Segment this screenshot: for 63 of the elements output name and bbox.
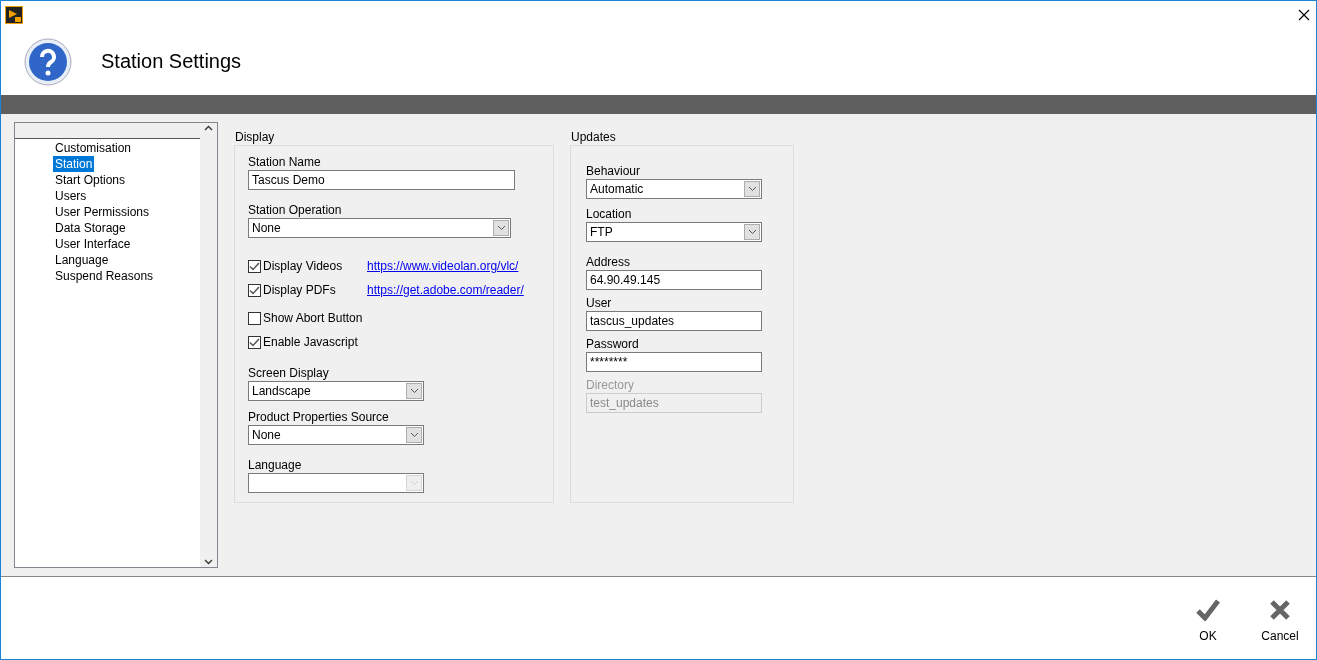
dropdown-field[interactable]: Landscape: [248, 381, 424, 401]
help-icon: [23, 36, 73, 87]
text-field[interactable]: 64.90.49.145: [586, 270, 762, 290]
field-label: Screen Display: [248, 366, 330, 381]
field-label: Product Properties Source: [248, 410, 390, 425]
checkbox[interactable]: [248, 259, 261, 273]
scroll-down-icon[interactable]: [204, 559, 213, 565]
dropdown-button[interactable]: [493, 220, 509, 236]
chevron-down-icon: [409, 388, 419, 394]
checkbox-label: Display PDFs: [263, 283, 337, 297]
checkbox[interactable]: [248, 283, 261, 297]
tree-item[interactable]: Data Storage: [53, 220, 128, 236]
cancel-button[interactable]: Cancel: [1256, 599, 1304, 643]
scroll-up-icon[interactable]: [204, 125, 213, 131]
dropdown-field[interactable]: None: [248, 425, 424, 445]
dropdown-field[interactable]: FTP: [586, 222, 762, 242]
tree-item[interactable]: User Permissions: [53, 204, 152, 220]
field-label: User: [586, 296, 613, 311]
group-title: Updates: [571, 130, 617, 145]
field-label: Password: [586, 337, 640, 352]
chevron-down-icon: [496, 225, 506, 231]
dropdown-button[interactable]: [406, 427, 422, 443]
chevron-down-icon: [747, 186, 757, 192]
tree-item[interactable]: Suspend Reasons: [53, 268, 156, 284]
web-link[interactable]: https://get.adobe.com/reader/: [367, 283, 524, 297]
tree-item[interactable]: Language: [53, 252, 111, 268]
tree-item[interactable]: Station: [53, 156, 95, 172]
tree-item[interactable]: User Interface: [53, 236, 133, 252]
field-label: Station Name: [248, 155, 322, 170]
close-icon[interactable]: [1298, 8, 1310, 21]
field-label: Location: [586, 207, 633, 222]
web-link[interactable]: https://www.videolan.org/vlc/: [367, 259, 519, 273]
group-title: Display: [235, 130, 276, 145]
field-label: Station Operation: [248, 203, 343, 218]
dropdown-button[interactable]: [744, 224, 760, 240]
ok-button[interactable]: OK: [1184, 599, 1232, 643]
field-label: Behaviour: [586, 164, 642, 179]
text-field[interactable]: Tascus Demo: [248, 170, 515, 190]
chevron-down-icon: [409, 480, 419, 486]
dropdown-field[interactable]: Automatic: [586, 179, 762, 199]
checkbox-label: Display Videos: [263, 259, 344, 273]
tree-item[interactable]: Users: [53, 188, 89, 204]
text-field[interactable]: tascus_updates: [586, 311, 762, 331]
field-label: Directory: [586, 378, 635, 393]
tree-item[interactable]: Start Options: [53, 172, 128, 188]
window-title: Station Settings: [101, 50, 242, 73]
checkmark-icon: [1196, 599, 1220, 621]
dropdown-button[interactable]: [744, 181, 760, 197]
scrollbar[interactable]: [200, 123, 217, 567]
close-icon: [1269, 599, 1291, 621]
dropdown-field[interactable]: None: [248, 218, 511, 238]
text-field[interactable]: ********: [586, 352, 762, 372]
field-label: Address: [586, 255, 632, 270]
checkbox[interactable]: [248, 335, 261, 349]
checkbox-label: Enable Javascript: [263, 335, 359, 349]
chevron-down-icon: [409, 432, 419, 438]
tree-item[interactable]: Customisation: [53, 140, 134, 156]
dropdown-button[interactable]: [406, 383, 422, 399]
chevron-down-icon: [747, 229, 757, 235]
app-icon: [5, 5, 23, 24]
checkbox[interactable]: [248, 311, 261, 325]
field-label: Language: [248, 458, 303, 473]
checkbox-label: Show Abort Button: [263, 311, 364, 325]
